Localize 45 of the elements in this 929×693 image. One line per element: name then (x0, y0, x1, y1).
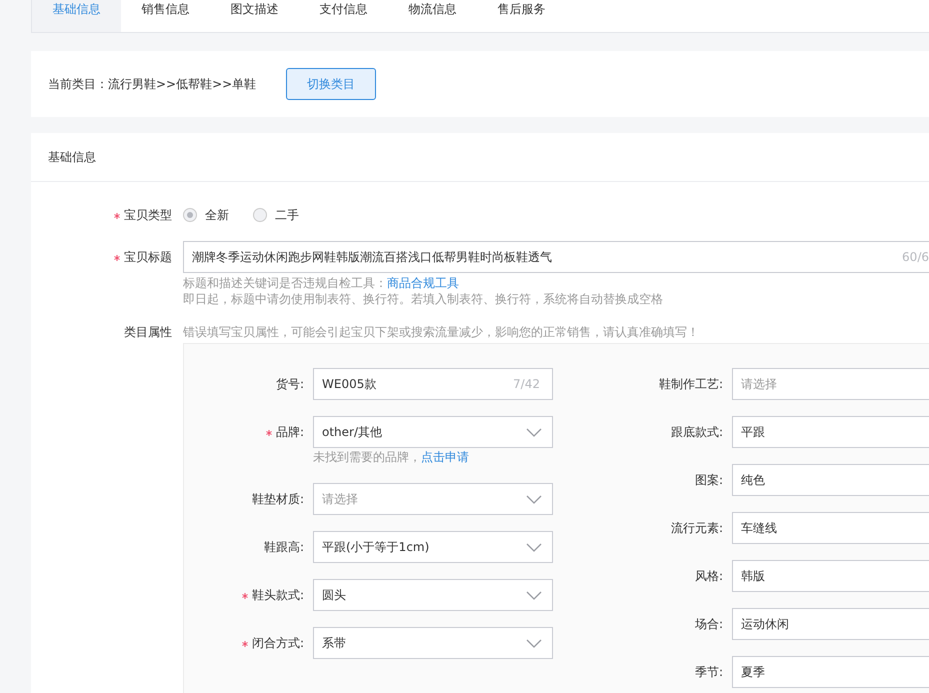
select-field[interactable]: 系带 (313, 627, 553, 659)
attribute-label: 图案: (694, 472, 723, 489)
hint-text: 即日起，标题中请勿使用制表符、换行符。若填入制表符、换行符，系统将自动替换成空格 (183, 291, 664, 307)
select-field[interactable]: 韩版 (732, 560, 929, 592)
chevron-down-icon (526, 494, 542, 504)
select-field[interactable]: 运动休闲 (732, 608, 929, 640)
section-title: 基础信息 (48, 148, 96, 166)
field-label: 宝贝标题 (31, 241, 172, 307)
field-label: 宝贝类型 (31, 199, 172, 231)
select-field[interactable]: 平跟 (732, 416, 929, 448)
select-field[interactable]: 圆头 (313, 579, 553, 611)
attribute-label: 品牌: (184, 416, 304, 448)
chevron-down-icon (526, 638, 542, 648)
select-field[interactable]: other/其他 (313, 416, 553, 448)
brand-hint: 未找到需要的品牌，点击申请 (313, 449, 470, 466)
attribute-label: 风格: (694, 568, 723, 585)
select-field[interactable]: 夏季 (732, 656, 929, 688)
chevron-down-icon (526, 590, 542, 600)
attribute-label: 鞋跟高: (262, 539, 304, 556)
select-field[interactable]: 车缝线 (732, 512, 929, 544)
warning-text: 错误填写宝贝属性，可能会引起宝贝下架或搜索流量减少，影响您的正常销售，请认真准确填写！ (183, 324, 700, 341)
radio-label[interactable]: 全新 (205, 206, 229, 224)
chevron-down-icon (526, 542, 542, 552)
input-field[interactable]: WE005款 7/42 (313, 368, 553, 400)
title-input-field[interactable]: 潮牌冬季运动休闲跑步网鞋韩版潮流百搭浅口低帮男鞋时尚板鞋透气 60/6 (183, 241, 929, 273)
select-field[interactable]: 平跟(小于等于1cm) (313, 531, 553, 563)
radio-button[interactable] (253, 208, 267, 222)
apply-link[interactable]: 点击申请 (421, 450, 469, 464)
current-category: 当前类目：流行男鞋>>低帮鞋>>单鞋 (48, 76, 256, 92)
attribute-label: 鞋垫材质: (250, 491, 304, 508)
attribute-label: 鞋制作工艺: (658, 376, 723, 393)
radio-label[interactable]: 二手 (275, 206, 299, 224)
chevron-down-icon (526, 428, 542, 436)
hint-text: 标题和描述关键词是否违规自检工具：商品合规工具 (183, 275, 460, 291)
attribute-label: 闭合方式: (184, 627, 304, 659)
field-label: 类目属性 (123, 324, 172, 341)
radio-button[interactable] (183, 208, 197, 222)
attribute-label: 季节: (694, 664, 723, 681)
compliance-tool-link[interactable]: 商品合规工具 (387, 276, 459, 290)
attribute-label: 跟底款式: (670, 424, 723, 441)
attribute-label: 货号: (274, 376, 304, 393)
attribute-label: 流行元素: (670, 520, 723, 537)
select-field[interactable]: 纯色 (732, 464, 929, 496)
attribute-label: 鞋头款式: (184, 579, 304, 611)
attribute-label: 场合: (694, 616, 723, 633)
